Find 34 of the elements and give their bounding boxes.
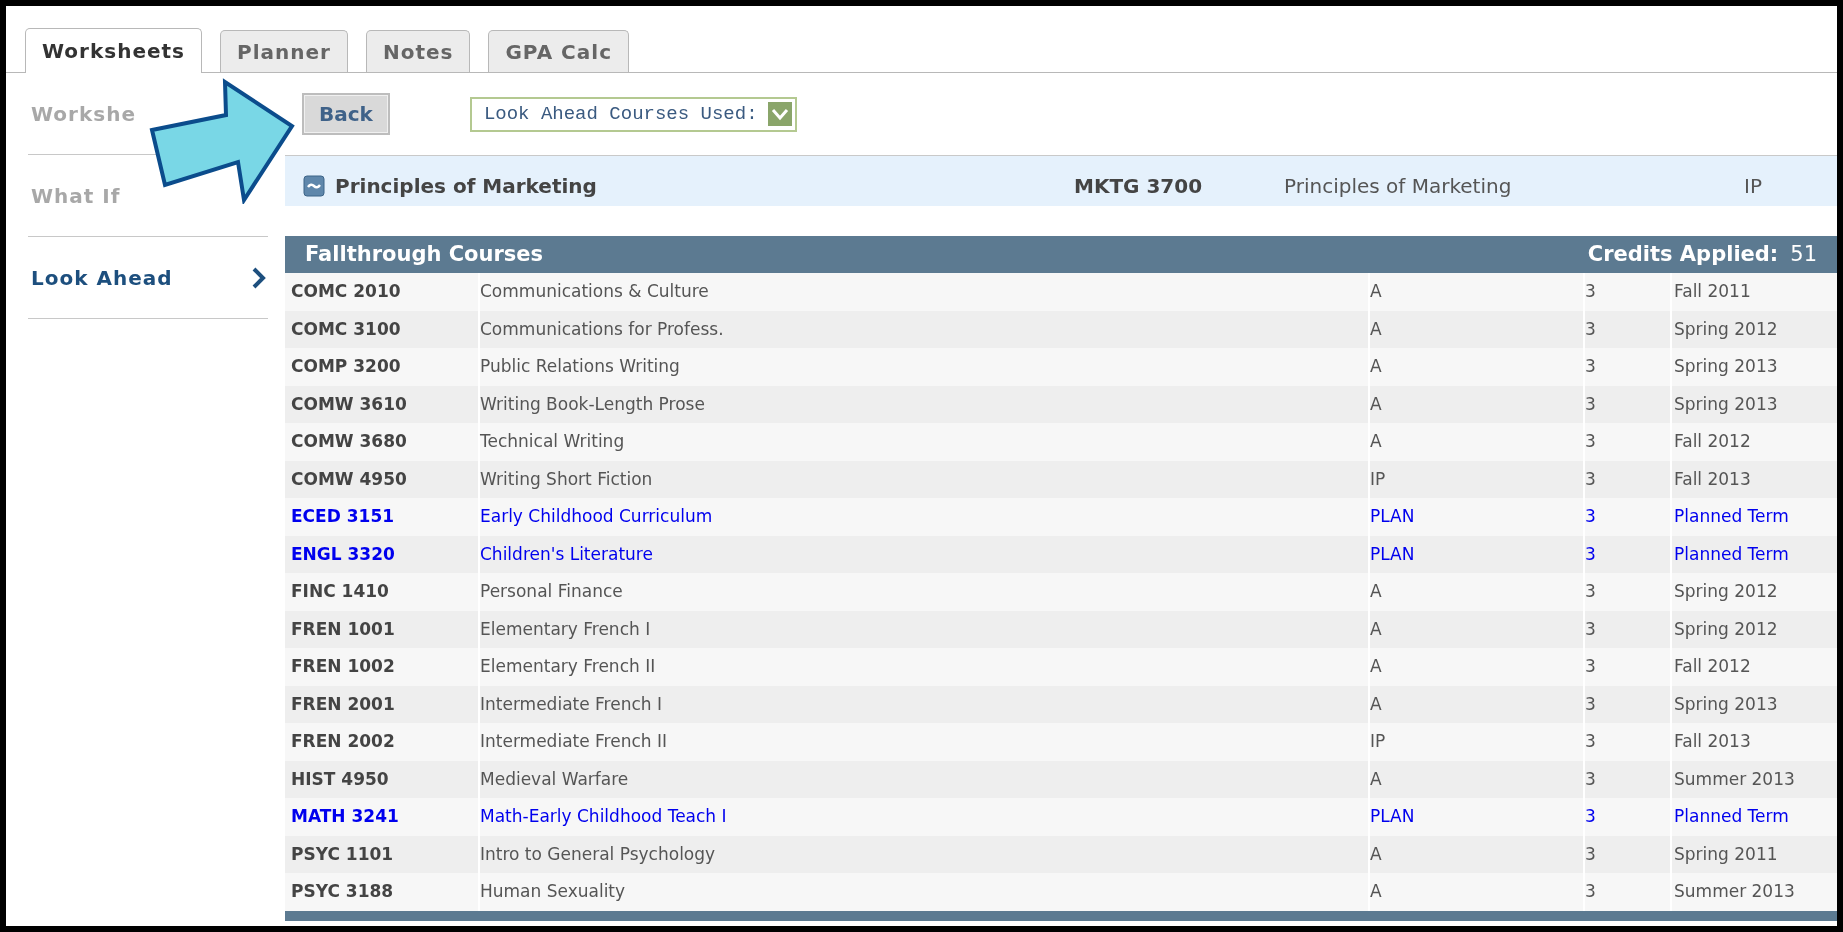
table-cell-text: Spring 2011 bbox=[1673, 842, 1779, 866]
sidebar-item[interactable]: Look Ahead bbox=[31, 262, 173, 293]
table-cell-text: Planned Term bbox=[1673, 805, 1790, 828]
requirement-title: Principles of Marketing bbox=[335, 172, 597, 200]
table-cell-text: Spring 2012 bbox=[1673, 317, 1779, 341]
table-cell-text: Spring 2012 bbox=[1673, 580, 1779, 603]
credits-label: Credits Applied: bbox=[1587, 240, 1779, 268]
table-cell-text: Planned Term bbox=[1673, 542, 1790, 566]
back-button[interactable]: Back bbox=[302, 93, 390, 135]
table-cell-text: IP bbox=[1744, 172, 1762, 200]
table-cell-text: Spring 2013 bbox=[1673, 392, 1779, 416]
collapse-icon[interactable] bbox=[303, 174, 325, 197]
table-cell-text: Spring 2013 bbox=[1673, 355, 1779, 378]
table-cell-text: Fall 2011 bbox=[1673, 280, 1752, 303]
section-title: Fallthrough Courses bbox=[305, 240, 544, 268]
credits-value: 51 bbox=[1790, 240, 1817, 268]
tab[interactable]: Notes bbox=[365, 30, 471, 72]
table-cell-text: Summer 2013 bbox=[1673, 767, 1796, 791]
tab[interactable]: Worksheets bbox=[25, 28, 202, 73]
table-cell-text: Fall 2012 bbox=[1673, 430, 1752, 453]
table-cell-text: Spring 2012 bbox=[1673, 617, 1779, 641]
table-cell-text: MKTG 3700 bbox=[1073, 172, 1204, 200]
dropdown-icon bbox=[767, 102, 792, 126]
table-cell-text: Fall 2013 bbox=[1673, 730, 1752, 753]
table-cell-text: Spring 2013 bbox=[1673, 692, 1779, 716]
table-cell-text: Fall 2013 bbox=[1673, 467, 1752, 491]
table-cell-text: Fall 2012 bbox=[1673, 655, 1752, 678]
table-cell-text: Planned Term bbox=[1673, 505, 1790, 528]
courses-used-select[interactable]: Look Ahead Courses Used: bbox=[469, 96, 797, 132]
tab[interactable]: GPA Calc bbox=[488, 30, 629, 72]
table-cell-text: Summer 2013 bbox=[1673, 880, 1796, 903]
tab[interactable]: Planner bbox=[220, 30, 348, 72]
chevron-right-icon bbox=[252, 266, 266, 289]
table-cell-text: Principles of Marketing bbox=[1284, 172, 1513, 200]
